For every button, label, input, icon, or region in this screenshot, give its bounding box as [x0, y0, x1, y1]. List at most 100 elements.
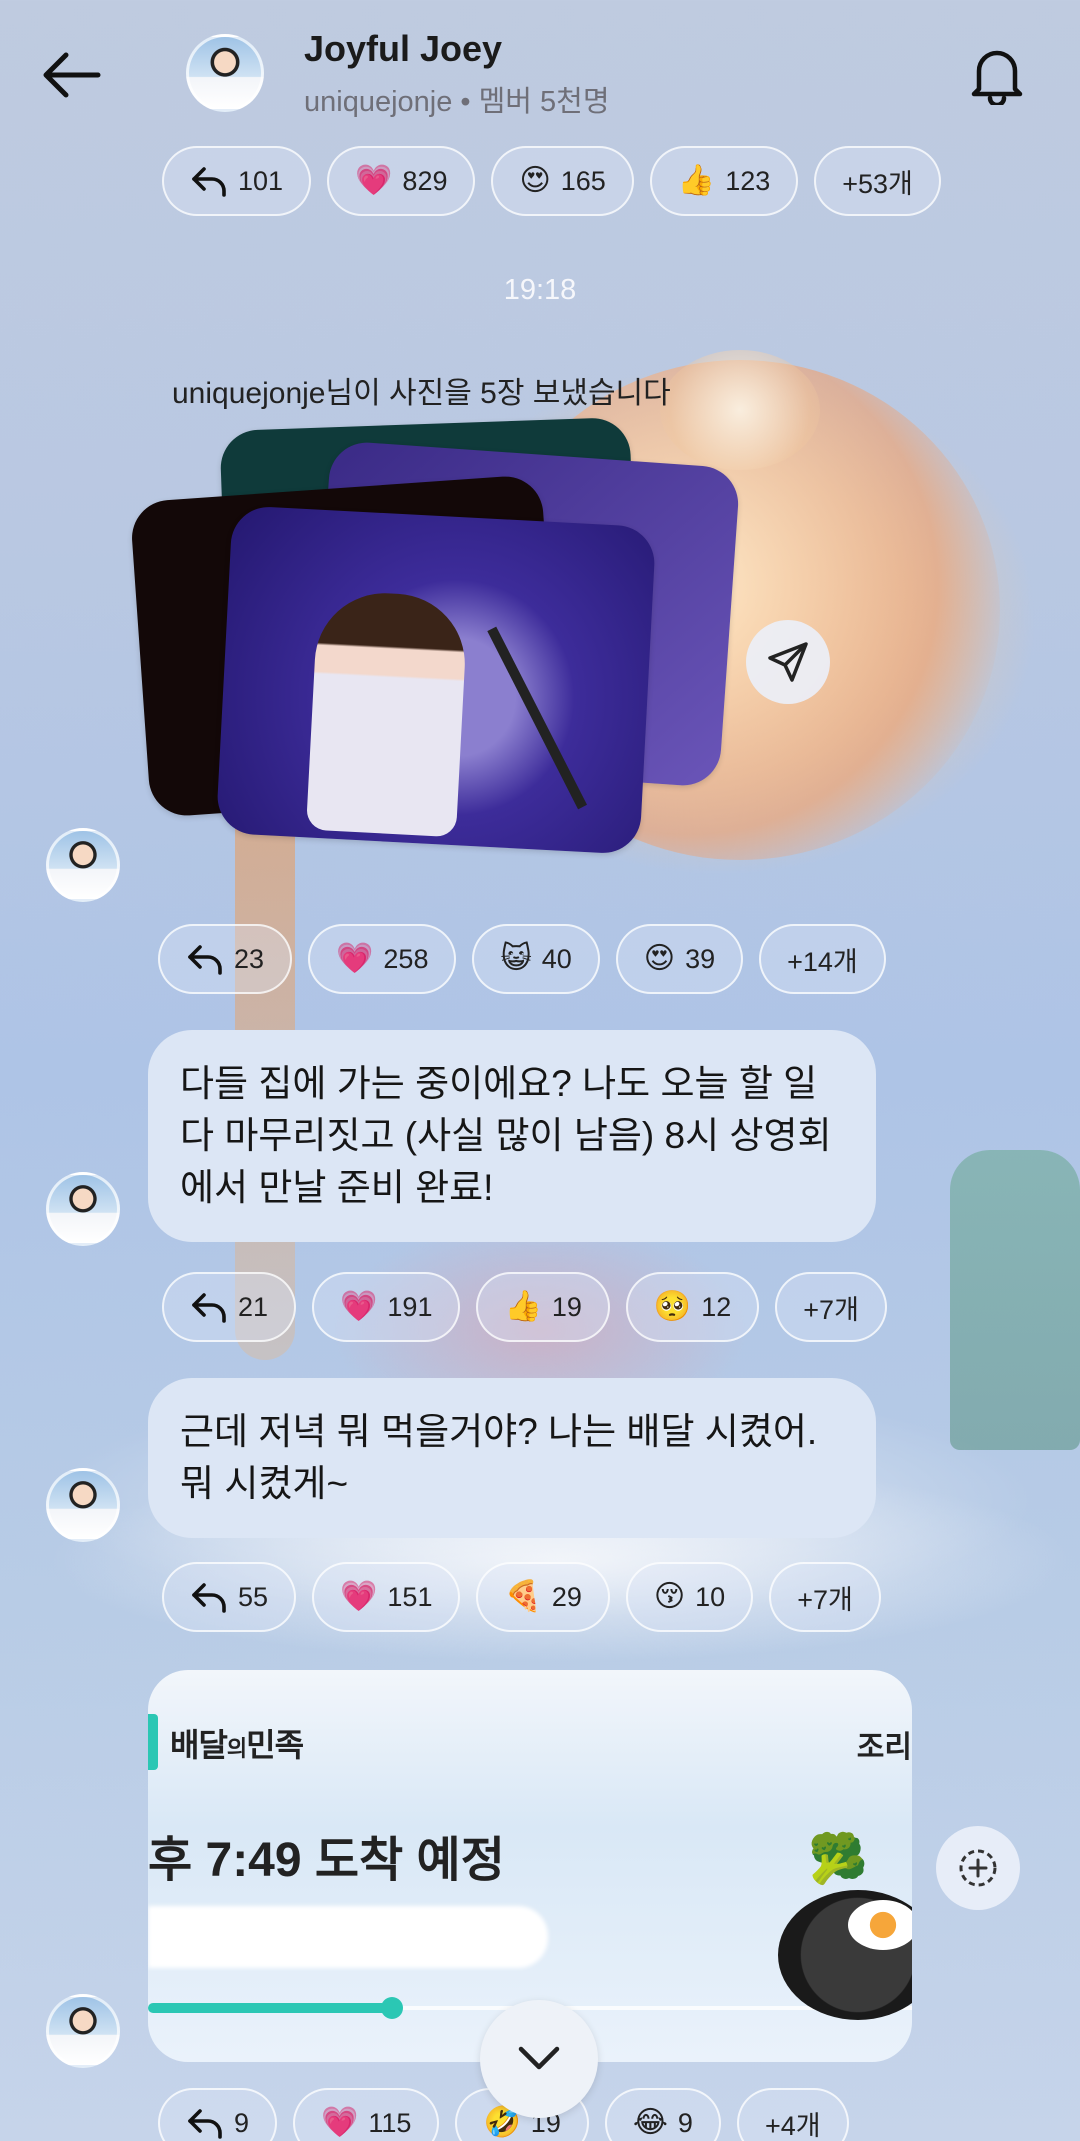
chat-header: Joyful Joey uniquejonje • 멤버 5천명: [0, 0, 1080, 150]
heart-emoji: 💗: [340, 1580, 378, 1613]
delivery-status-label: 조리: [856, 1731, 912, 1764]
channel-title: Joyful Joey: [304, 28, 503, 69]
chevron-down-icon: [518, 2046, 560, 2070]
reaction-chip[interactable]: 😍 39: [615, 924, 744, 994]
more-reactions-chip[interactable]: +14개: [759, 924, 886, 994]
reaction-count: 23: [234, 943, 265, 974]
reaction-chip[interactable]: 💗 191: [312, 1272, 461, 1342]
reaction-count: 40: [541, 943, 572, 974]
reply-icon: [192, 1583, 226, 1613]
back-button[interactable]: [36, 40, 106, 110]
heart-emoji: 💗: [340, 1290, 378, 1323]
reaction-count: 191: [387, 1291, 433, 1322]
reaction-chip[interactable]: 👍 19: [476, 1272, 610, 1342]
add-circle-icon: [959, 1849, 997, 1887]
reaction-count: 258: [383, 943, 429, 974]
reply-chip[interactable]: 55: [162, 1562, 297, 1632]
delivery-progress-fill: [148, 2003, 393, 2013]
delivery-accent-bar: [148, 1714, 158, 1770]
reaction-chip[interactable]: 💗 829: [327, 146, 476, 216]
photo-thumbnail-top[interactable]: [215, 505, 657, 855]
sender-avatar[interactable]: [46, 1994, 120, 2068]
reaction-chip[interactable]: 🥺 12: [625, 1272, 760, 1342]
reply-icon: [188, 2109, 222, 2139]
sender-avatar[interactable]: [46, 1172, 120, 1246]
system-message: uniquejonje님이 사진을 5장 보냈습니다: [172, 377, 671, 410]
message-bubble[interactable]: 다들 집에 가는 중이에요? 나도 오늘 할 일 다 마무리짓고 (사실 많이 …: [148, 1030, 876, 1242]
kissing-emoji: 😚: [653, 1580, 686, 1613]
message-timestamp: 19:18: [503, 274, 577, 306]
pleading-emoji: 🥺: [653, 1290, 692, 1323]
sender-avatar[interactable]: [46, 1468, 120, 1542]
reply-icon: [192, 167, 226, 197]
reaction-count: 12: [701, 1291, 732, 1322]
share-button[interactable]: [746, 620, 830, 704]
reaction-count: 165: [560, 165, 606, 196]
joy-emoji: 😂: [632, 2106, 668, 2139]
reaction-count: 29: [551, 1581, 582, 1612]
reaction-chip[interactable]: 💗 115: [293, 2088, 440, 2141]
message-bubble[interactable]: 근데 저녁 뭐 먹을거야? 나는 배달 시켰어. 뭐 시켰게~: [148, 1378, 876, 1538]
more-reactions-chip[interactable]: +53개: [814, 146, 941, 216]
bell-icon: [971, 50, 1023, 105]
reaction-bar: 55 💗 151 🍕 29 😚 10 +7개: [162, 1562, 881, 1632]
reply-icon: [188, 945, 222, 975]
reaction-chip[interactable]: 😂 9: [604, 2088, 721, 2141]
reaction-chip[interactable]: 👍 123: [649, 146, 799, 216]
reaction-chip[interactable]: 💗 151: [312, 1562, 461, 1632]
channel-subtitle: uniquejonje • 멤버 5천명: [304, 86, 610, 118]
pizza-emoji: 🍕: [504, 1580, 542, 1613]
heart-eyes-emoji: 😍: [643, 942, 676, 975]
reaction-bar: 21 💗 191 👍 19 🥺 12 +7개: [162, 1272, 887, 1342]
reply-chip[interactable]: 101: [162, 146, 312, 216]
send-icon: [768, 642, 808, 682]
channel-avatar[interactable]: [186, 34, 264, 112]
reaction-chip[interactable]: 😚 10: [625, 1562, 754, 1632]
add-reaction-button[interactable]: [936, 1826, 1020, 1910]
reaction-chip[interactable]: 😺 40: [472, 924, 600, 994]
reply-icon: [192, 1293, 226, 1323]
reaction-count: 123: [725, 165, 771, 196]
reaction-chip[interactable]: 💗 258: [308, 924, 457, 994]
photo-microphone: [487, 626, 588, 810]
photo-subject: [306, 589, 469, 838]
reaction-chip[interactable]: 😍 165: [491, 146, 634, 216]
reaction-count: +14개: [787, 946, 858, 977]
reaction-count: 55: [238, 1581, 269, 1612]
reaction-count: 829: [402, 165, 448, 196]
notification-button[interactable]: [962, 40, 1032, 110]
more-reactions-chip[interactable]: +4개: [736, 2088, 849, 2141]
thumbs-up-emoji: 👍: [504, 1290, 542, 1323]
heart-eyes-emoji: 😍: [519, 164, 551, 197]
reaction-count: 151: [387, 1581, 433, 1612]
reaction-count: 9: [677, 2107, 693, 2138]
reply-chip[interactable]: 23: [158, 924, 293, 994]
reaction-count: +53개: [842, 168, 913, 199]
thumbs-up-emoji: 👍: [677, 164, 716, 197]
reply-chip[interactable]: 21: [162, 1272, 297, 1342]
fried-egg-illustration: [848, 1900, 912, 1950]
more-reactions-chip[interactable]: +7개: [769, 1562, 881, 1632]
scroll-to-bottom-button[interactable]: [480, 2000, 598, 2118]
cat-emoji: 😺: [500, 942, 532, 975]
background-teapot-lid: [660, 350, 820, 470]
reaction-count: 10: [695, 1581, 726, 1612]
heart-emoji: 💗: [355, 164, 393, 197]
reaction-count: 19: [551, 1291, 582, 1322]
reaction-count: +7개: [797, 1584, 853, 1615]
delivery-brand-logo: 배달의민족: [170, 1727, 304, 1763]
reply-chip[interactable]: 9: [158, 2088, 278, 2141]
reaction-bar: 23 💗 258 😺 40 😍 39 +14개: [158, 924, 886, 994]
reaction-count: 9: [234, 2107, 250, 2138]
reaction-count: 39: [685, 943, 716, 974]
heart-emoji: 💗: [321, 2106, 359, 2139]
reaction-count: +4개: [764, 2110, 821, 2141]
sender-avatar[interactable]: [46, 828, 120, 902]
redacted-address: [148, 1906, 548, 1968]
more-reactions-chip[interactable]: +7개: [775, 1272, 887, 1342]
heart-emoji: 💗: [336, 942, 374, 975]
reaction-chip[interactable]: 🍕 29: [476, 1562, 610, 1632]
broccoli-icon: 🥦: [808, 1833, 868, 1886]
delivery-eta: 후 7:49 도착 예정: [148, 1834, 505, 1887]
reaction-bar: 101 💗 829 😍 165 👍 123 +53개: [162, 146, 941, 216]
